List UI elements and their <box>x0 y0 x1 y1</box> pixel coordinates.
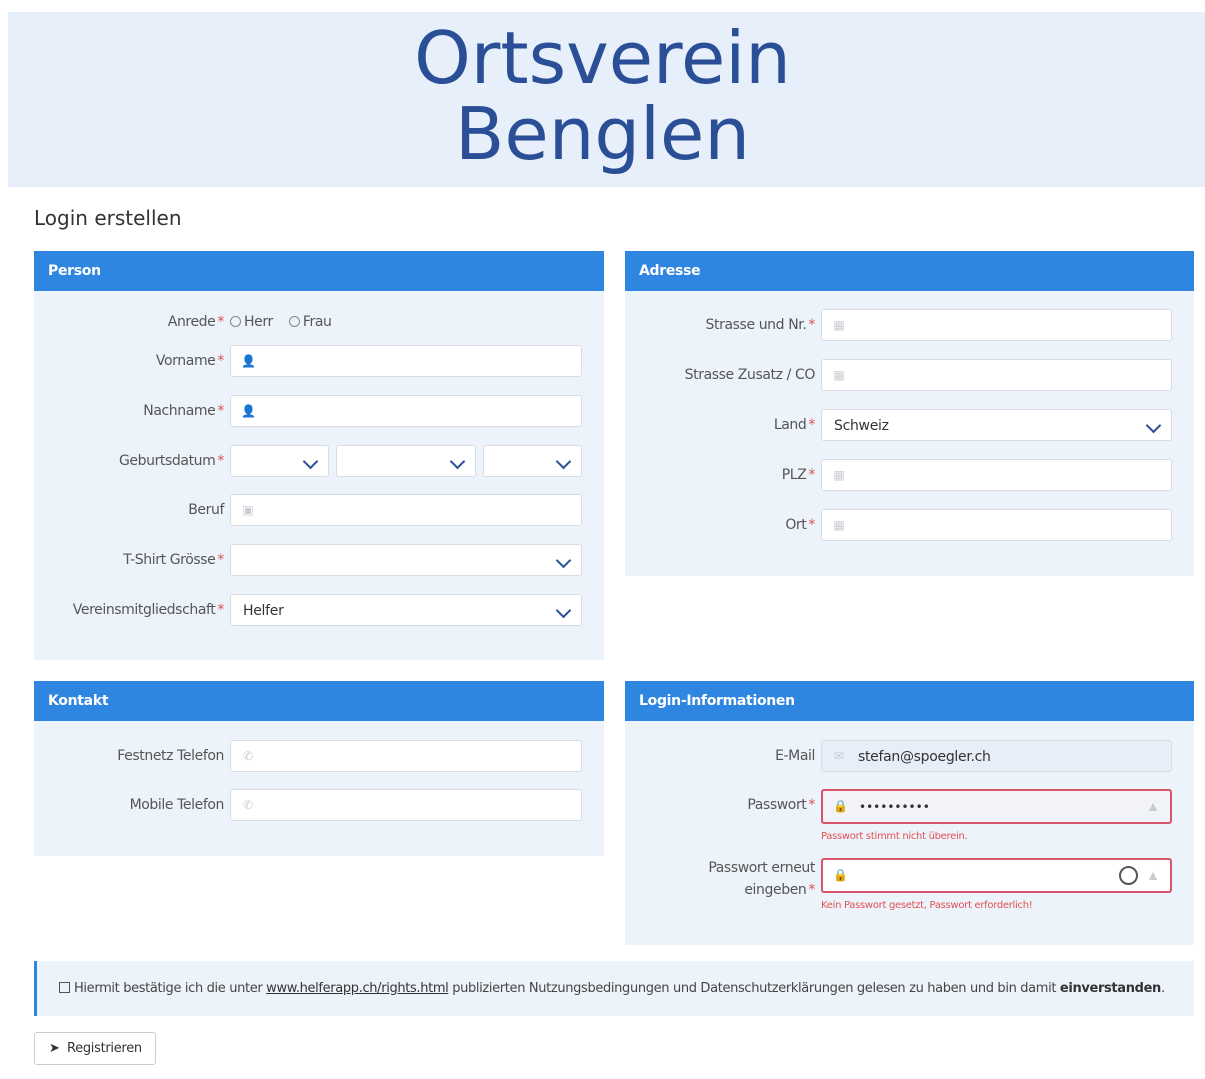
passwort2-label-line1: Passwort erneut <box>708 860 815 876</box>
mitgliedschaft-select[interactable]: Helfer <box>230 594 582 626</box>
festnetz-input[interactable]: ✆ <box>230 740 582 772</box>
register-button-label: Registrieren <box>67 1041 142 1056</box>
consent-text: Hiermit bestätige ich die unter www.helf… <box>59 961 1165 1016</box>
strasse-input[interactable]: ▦ <box>821 309 1172 341</box>
ort-label: Ort <box>785 517 807 533</box>
passwort2-error: Kein Passwort gesetzt, Passwort erforder… <box>821 900 1033 911</box>
chevron-down-icon <box>555 602 572 619</box>
passwort-label: Passwort <box>747 797 807 813</box>
address-card-icon: ▦ <box>833 368 845 382</box>
adresse-panel: Adresse Strasse und Nr. * ▦ Strasse Zusat… <box>625 251 1194 576</box>
land-select[interactable]: Schweiz <box>821 409 1172 441</box>
mobile-input[interactable]: ✆ <box>230 789 582 821</box>
email-field[interactable]: ✉ stefan@spoegler.ch <box>821 740 1172 772</box>
envelope-icon: ✉ <box>833 749 845 763</box>
radio-herr[interactable]: Herr <box>230 314 273 330</box>
strasse-zusatz-input[interactable]: ▦ <box>821 359 1172 391</box>
passwort-value: •••••••••• <box>859 800 930 814</box>
address-card-icon: ▦ <box>833 518 845 532</box>
land-label: Land <box>773 417 807 433</box>
plz-input[interactable]: ▦ <box>821 459 1172 491</box>
email-value: stefan@spoegler.ch <box>858 749 991 765</box>
consent-checkbox[interactable] <box>59 982 70 993</box>
chevron-down-icon <box>302 453 319 470</box>
kontakt-panel: Kontakt Festnetz Telefon ✆ Mobile Telefo… <box>34 681 604 856</box>
beruf-input[interactable]: ▣ <box>230 494 582 526</box>
tshirt-select[interactable] <box>230 544 582 576</box>
beruf-label: Beruf <box>188 502 224 518</box>
geburtsdatum-day-select[interactable] <box>230 445 329 477</box>
user-icon: 👤 <box>241 404 256 418</box>
mitgliedschaft-value: Helfer <box>243 603 284 619</box>
plz-label: PLZ <box>781 467 807 483</box>
user-icon: 👤 <box>241 354 256 368</box>
email-label: E-Mail <box>775 748 815 764</box>
briefcase-icon: ▣ <box>242 503 254 517</box>
festnetz-label: Festnetz Telefon <box>117 748 224 764</box>
register-button[interactable]: ➤ Registrieren <box>34 1032 156 1065</box>
person-panel-title: Person <box>34 251 604 291</box>
person-panel: Person Anrede * Herr Frau Vorname * 👤 Nach… <box>34 251 604 660</box>
brand-line-2: Benglen <box>455 92 750 176</box>
ort-input[interactable]: ▦ <box>821 509 1172 541</box>
phone-icon: ✆ <box>242 749 254 763</box>
passwort2-label-line2: eingeben <box>744 882 807 898</box>
chevron-down-icon <box>449 453 466 470</box>
radio-herr-circle[interactable] <box>230 315 241 327</box>
anrede-label: Anrede <box>167 314 216 330</box>
chevron-down-icon <box>555 453 572 470</box>
chevron-down-icon <box>1145 417 1162 434</box>
paper-plane-icon: ➤ <box>49 1041 60 1056</box>
mobile-label: Mobile Telefon <box>129 797 225 813</box>
geburtsdatum-year-select[interactable] <box>483 445 582 477</box>
passwort-repeat-input[interactable]: 🔒 ▲ <box>821 858 1172 893</box>
nachname-label: Nachname <box>143 403 216 419</box>
lock-icon: 🔒 <box>833 868 848 882</box>
passwort-error: Passwort stimmt nicht überein. <box>821 831 968 842</box>
brand-line-1: Ortsverein <box>414 16 791 100</box>
vorname-label: Vorname <box>155 353 216 369</box>
address-card-icon: ▦ <box>833 468 845 482</box>
warning-icon: ▲ <box>1146 867 1160 883</box>
passwort-input[interactable]: 🔒 •••••••••• ▲ <box>821 789 1172 824</box>
page-title: Login erstellen <box>34 206 182 230</box>
brand-logo: Ortsverein Benglen <box>0 20 1205 172</box>
login-panel: Login-Informationen E-Mail ✉ stefan@spoe… <box>625 681 1194 945</box>
radio-frau-circle[interactable] <box>288 315 300 327</box>
land-value: Schweiz <box>834 418 889 434</box>
lock-icon: 🔒 <box>833 799 848 813</box>
geburtsdatum-month-select[interactable] <box>336 445 476 477</box>
consent-box: Hiermit bestätige ich die unter www.helf… <box>34 961 1194 1016</box>
chevron-down-icon <box>555 552 572 569</box>
address-card-icon: ▦ <box>833 318 845 332</box>
rights-link[interactable]: www.helferapp.ch/rights.html <box>266 981 449 996</box>
adresse-panel-title: Adresse <box>625 251 1194 291</box>
password-manager-icon[interactable] <box>1119 866 1138 885</box>
login-panel-title: Login-Informationen <box>625 681 1194 721</box>
nachname-input[interactable]: 👤 <box>230 395 582 427</box>
vorname-input[interactable]: 👤 <box>230 345 582 377</box>
tshirt-label: T-Shirt Grösse <box>123 552 216 568</box>
phone-icon: ✆ <box>242 798 254 812</box>
zusatz-label: Strasse Zusatz / CO <box>684 367 816 383</box>
radio-frau[interactable]: Frau <box>288 314 332 330</box>
mitglied-label: Vereinsmitgliedschaft <box>72 602 216 618</box>
strasse-label: Strasse und Nr. <box>705 317 807 333</box>
warning-icon: ▲ <box>1146 798 1160 814</box>
geburtsdatum-label: Geburtsdatum <box>118 453 216 469</box>
kontakt-panel-title: Kontakt <box>34 681 604 721</box>
